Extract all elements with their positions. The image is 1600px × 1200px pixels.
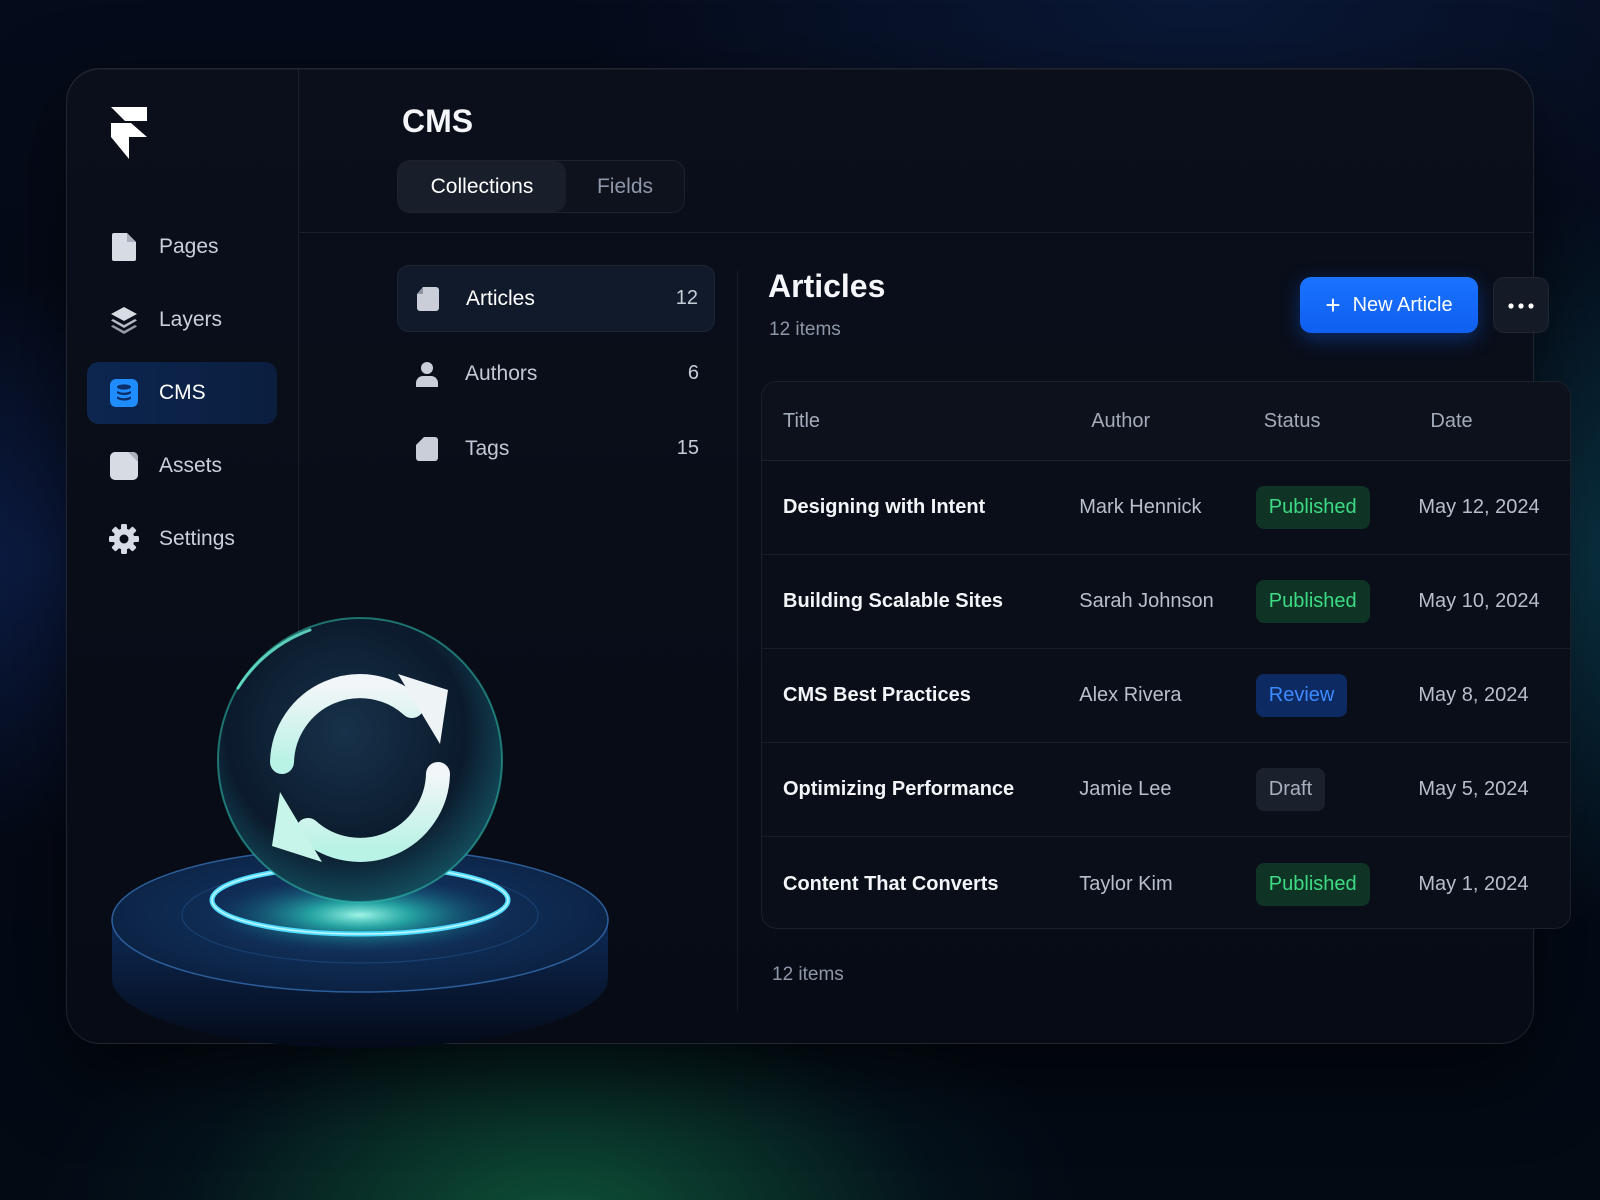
new-article-button[interactable]: + New Article <box>1300 277 1478 333</box>
column-divider <box>737 271 738 1011</box>
gear-icon <box>109 524 139 554</box>
page-icon <box>109 232 139 262</box>
articles-table: Title Author Status Date Designing with … <box>761 381 1571 929</box>
content-area: CMS Collections Fields Articles 12 Autho… <box>300 69 1571 1043</box>
row-title: Designing with Intent <box>783 496 986 518</box>
collection-label: Authors <box>465 361 538 385</box>
table-row[interactable]: Optimizing Performance Jamie Lee Draft M… <box>762 743 1570 837</box>
status-badge: Published <box>1255 862 1370 906</box>
sidebar: Pages Layers CMS Assets Settings <box>67 69 299 1043</box>
plus-icon: + <box>1325 290 1341 320</box>
user-icon <box>415 361 441 387</box>
tab-collections[interactable]: Collections <box>398 161 566 212</box>
sidebar-nav: Pages Layers CMS Assets Settings <box>87 216 277 581</box>
row-author: Mark Hennick <box>1079 496 1202 518</box>
row-title: Building Scalable Sites <box>783 590 1004 612</box>
row-author: Sarah Johnson <box>1079 590 1214 612</box>
row-date: May 12, 2024 <box>1418 496 1540 518</box>
row-date: May 5, 2024 <box>1418 778 1529 800</box>
table-row[interactable]: Content That Converts Taylor Kim Publish… <box>762 837 1570 928</box>
new-article-label: New Article <box>1352 293 1453 316</box>
row-date: May 8, 2024 <box>1418 684 1529 706</box>
more-options-button[interactable] <box>1493 277 1549 333</box>
row-author: Jamie Lee <box>1079 778 1172 800</box>
table-row[interactable]: Building Scalable Sites Sarah Johnson Pu… <box>762 555 1570 649</box>
table-row[interactable]: CMS Best Practices Alex Rivera Review Ma… <box>762 649 1570 743</box>
tag-icon <box>415 436 441 462</box>
footer-item-count: 12 items <box>772 964 844 985</box>
tab-fields[interactable]: Fields <box>566 161 684 212</box>
sidebar-item-pages[interactable]: Pages <box>87 216 277 278</box>
row-title: Optimizing Performance <box>783 778 1015 800</box>
row-date: May 1, 2024 <box>1418 872 1529 895</box>
layers-icon <box>109 305 139 335</box>
status-badge: Draft <box>1255 768 1326 811</box>
row-title: CMS Best Practices <box>783 684 971 706</box>
collection-count: 15 <box>676 437 699 459</box>
app-window: Pages Layers CMS Assets Settings CMS Col… <box>66 68 1571 1044</box>
header-divider <box>300 232 1533 233</box>
table-row[interactable]: Designing with Intent Mark Hennick Publi… <box>762 461 1570 555</box>
sidebar-item-label: Settings <box>159 527 235 550</box>
collection-label: Articles <box>466 286 535 310</box>
column-header-status[interactable]: Status <box>1256 410 1419 433</box>
sidebar-item-label: Layers <box>159 308 223 331</box>
column-header-author[interactable]: Author <box>1079 410 1256 433</box>
sidebar-item-assets[interactable]: Assets <box>87 435 277 497</box>
framer-logo[interactable] <box>111 107 147 161</box>
ellipsis-icon <box>1508 296 1534 314</box>
sidebar-item-settings[interactable]: Settings <box>87 508 277 570</box>
image-icon <box>109 451 139 481</box>
sidebar-item-layers[interactable]: Layers <box>87 289 277 351</box>
collection-count: 6 <box>687 362 699 384</box>
collection-item-authors[interactable]: Authors 6 <box>397 340 715 407</box>
sidebar-item-label: CMS <box>159 381 206 404</box>
row-title: Content That Converts <box>783 872 999 895</box>
row-author: Taylor Kim <box>1079 872 1173 895</box>
column-header-title[interactable]: Title <box>762 410 1079 433</box>
status-badge: Review <box>1255 674 1348 717</box>
collection-title: Articles <box>768 268 886 304</box>
row-author: Alex Rivera <box>1079 684 1182 706</box>
status-badge: Published <box>1255 486 1370 529</box>
collection-count: 12 <box>675 287 698 309</box>
item-count: 12 items <box>769 319 841 340</box>
tab-bar: Collections Fields <box>397 160 685 213</box>
collection-item-articles[interactable]: Articles 12 <box>397 265 715 332</box>
table-header: Title Author Status Date <box>762 382 1570 461</box>
sidebar-item-label: Assets <box>159 454 223 477</box>
collection-label: Tags <box>465 436 510 460</box>
collections-list: Articles 12 Authors 6 Tags 15 <box>397 265 715 490</box>
collection-item-tags[interactable]: Tags 15 <box>397 415 715 482</box>
row-date: May 10, 2024 <box>1418 590 1540 612</box>
database-icon <box>109 378 139 408</box>
column-header-date[interactable]: Date <box>1418 410 1570 433</box>
sidebar-item-label: Pages <box>159 235 219 258</box>
status-badge: Published <box>1255 580 1370 623</box>
sidebar-item-cms[interactable]: CMS <box>87 362 277 424</box>
page-title: CMS <box>402 103 474 139</box>
document-icon <box>416 286 442 312</box>
